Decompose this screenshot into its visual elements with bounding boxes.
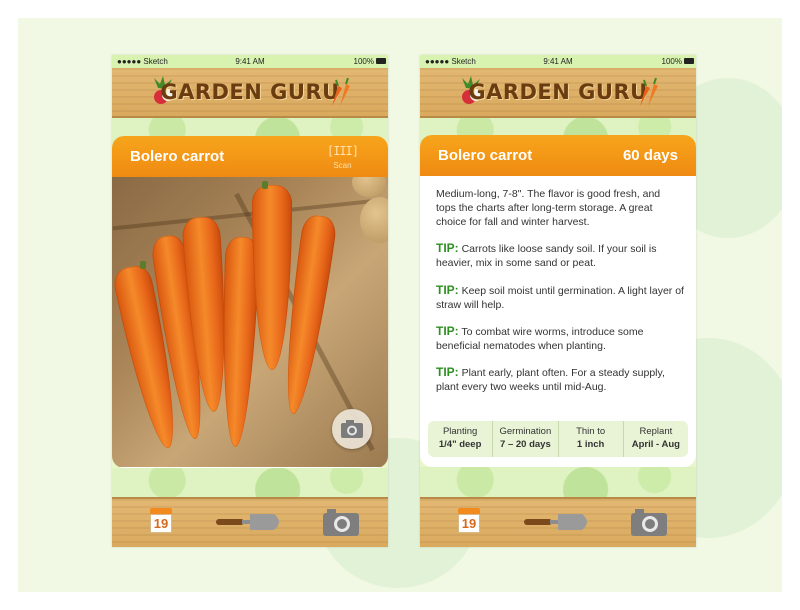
trowel-icon <box>216 514 279 530</box>
tip-item: TIP: Carrots like loose sandy soil. If y… <box>436 241 686 270</box>
card-header: Bolero carrot [III] Scan <box>112 136 388 177</box>
battery-icon <box>684 58 694 64</box>
clock-label: 9:41 AM <box>235 57 265 66</box>
days-to-harvest: 60 days <box>622 147 678 164</box>
fact-value: 1 inch <box>576 439 605 450</box>
status-bar: ●●●●● Sketch 9:41 AM 100% <box>112 55 388 68</box>
card-title: Bolero carrot <box>130 148 225 165</box>
fact-planting: Planting 1/4" deep <box>428 421 494 457</box>
fact-value: 7 – 20 days <box>500 439 551 450</box>
leaf-pattern <box>420 467 696 499</box>
tab-trowel[interactable] <box>524 511 592 538</box>
carrots-icon <box>332 78 350 106</box>
variety-description: Medium-long, 7-8". The flavor is good fr… <box>436 188 661 228</box>
status-bar: ●●●●● Sketch 9:41 AM 100% <box>420 55 696 68</box>
carrot-top <box>262 181 268 189</box>
tip-label: TIP: <box>436 241 459 255</box>
tip-item: TIP: Keep soil moist until germination. … <box>436 283 686 312</box>
tip-item: TIP: Plant early, plant often. For a ste… <box>436 365 686 394</box>
battery-label: 100% <box>661 57 682 66</box>
card-title: Bolero carrot <box>438 147 533 164</box>
fact-thin-to: Thin to 1 inch <box>559 421 624 457</box>
carrot-card: Bolero carrot [III] Scan <box>112 136 388 468</box>
fact-germination: Germination 7 – 20 days <box>493 421 559 457</box>
carrot-photo <box>112 177 388 467</box>
app-header: GARDEN GURU <box>112 68 388 118</box>
tab-bar: 19 <box>112 497 388 547</box>
tip-label: TIP: <box>436 365 459 379</box>
planting-facts: Planting 1/4" deep Germination 7 – 20 da… <box>428 421 688 457</box>
fact-label: Thin to <box>576 426 606 437</box>
tab-trowel[interactable] <box>216 511 284 538</box>
carrot <box>252 185 292 370</box>
clock-label: 9:41 AM <box>543 57 573 66</box>
camera-icon <box>341 420 363 438</box>
card-header: Bolero carrot 60 days <box>420 135 696 176</box>
tip-item: TIP: To combat wire worms, introduce som… <box>436 324 686 353</box>
tip-text: Plant early, plant often. For a steady s… <box>436 367 665 393</box>
fact-label: Planting <box>442 426 478 437</box>
tab-calendar[interactable]: 19 <box>458 508 480 533</box>
tab-camera[interactable] <box>630 507 668 542</box>
tip-text: Carrots like loose sandy soil. If your s… <box>436 243 657 269</box>
phone-scan-screen: ●●●●● Sketch 9:41 AM 100% GARDEN GURU Bo… <box>112 55 388 547</box>
leaf-pattern <box>112 468 388 499</box>
camera-icon <box>631 509 667 536</box>
potato <box>360 197 388 243</box>
scan-button[interactable]: [III] Scan <box>326 142 359 170</box>
app-header: GARDEN GURU <box>420 68 696 118</box>
tab-bar: 19 <box>420 497 696 547</box>
potato <box>352 177 386 197</box>
camera-icon <box>323 509 359 536</box>
battery-icon <box>376 58 386 64</box>
barcode-icon: [III] <box>326 144 359 158</box>
trowel-icon <box>524 514 587 530</box>
battery-label: 100% <box>353 57 374 66</box>
tip-text: To combat wire worms, introduce some ben… <box>436 326 644 352</box>
tip-text: Keep soil moist until germination. A lig… <box>436 285 684 311</box>
fact-label: Replant <box>639 426 673 437</box>
fact-label: Germination <box>499 426 552 437</box>
tab-camera[interactable] <box>322 507 360 542</box>
fact-replant: Replant April - Aug <box>624 421 688 457</box>
carrots-icon <box>640 78 658 106</box>
tip-label: TIP: <box>436 283 459 297</box>
tip-label: TIP: <box>436 324 459 338</box>
calendar-day: 19 <box>150 514 172 533</box>
calendar-day: 19 <box>458 514 480 533</box>
tab-calendar[interactable]: 19 <box>150 508 172 533</box>
phone-detail-screen: ●●●●● Sketch 9:41 AM 100% GARDEN GURU Bo… <box>420 55 696 547</box>
photo-camera-button[interactable] <box>332 409 372 449</box>
carrot-top <box>140 261 146 269</box>
fact-value: 1/4" deep <box>438 439 482 450</box>
scan-label: Scan <box>333 161 352 170</box>
fact-value: April - Aug <box>631 439 680 450</box>
detail-card: Bolero carrot 60 days Medium-long, 7-8".… <box>420 135 696 467</box>
